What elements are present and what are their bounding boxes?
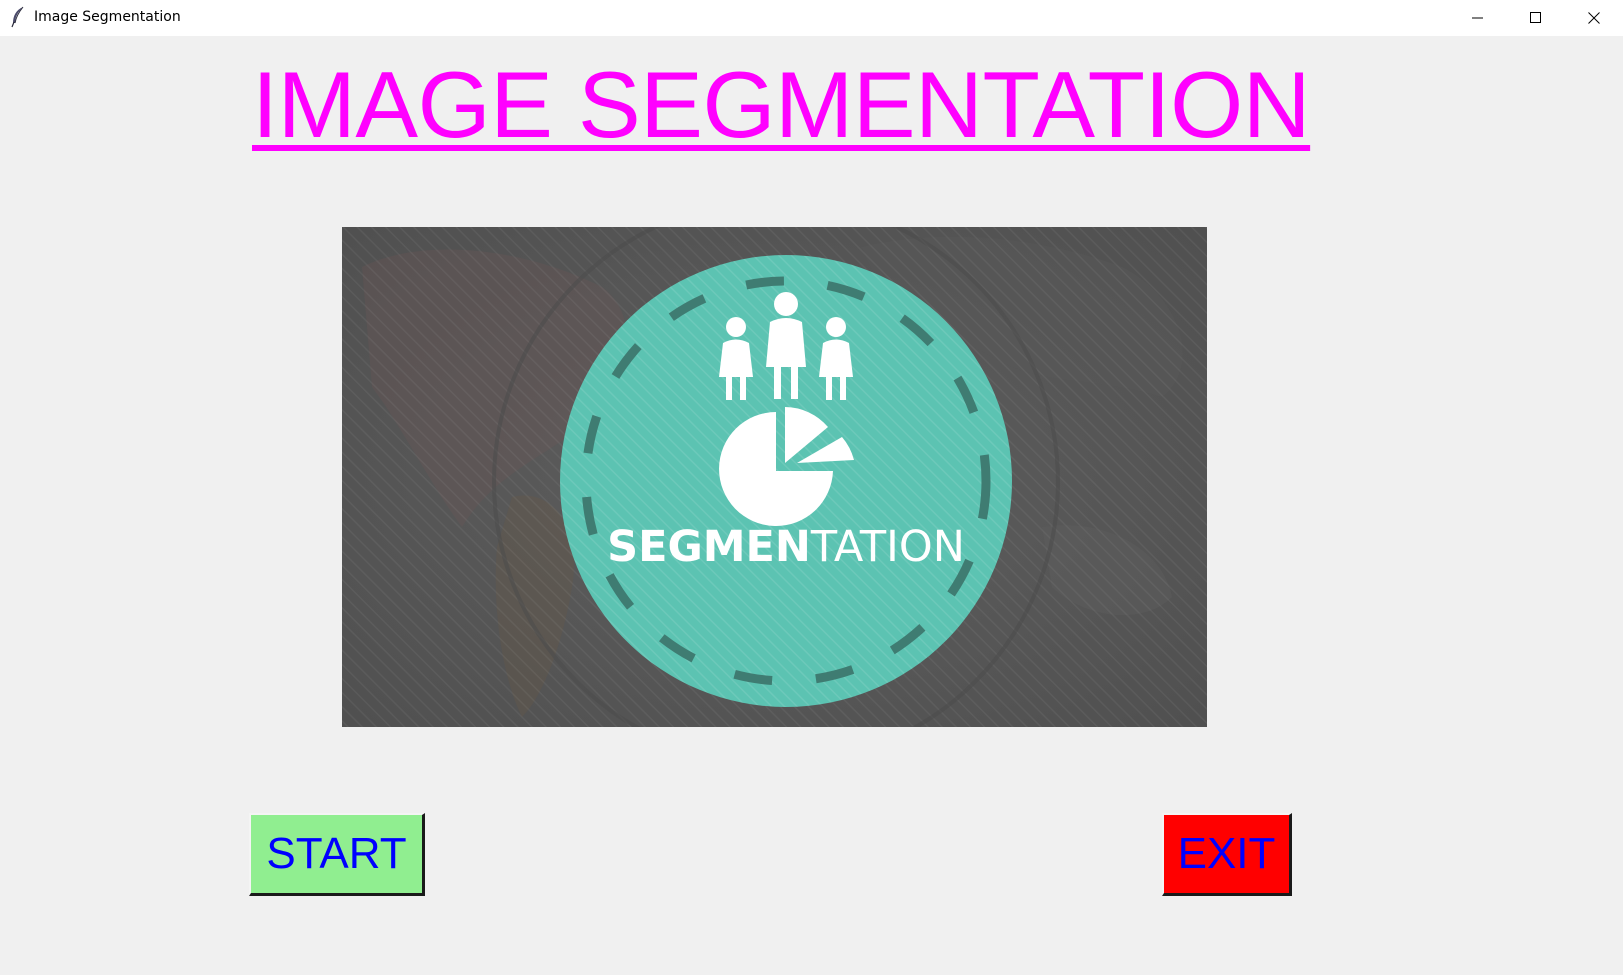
feather-icon (11, 6, 24, 28)
start-button[interactable]: START (249, 813, 425, 896)
app-window: Image Segmentation IMAGE SEGMENTATION SE… (0, 0, 1623, 975)
minimize-button[interactable] (1450, 0, 1506, 36)
exit-button[interactable]: EXIT (1162, 813, 1292, 896)
page-title: IMAGE SEGMENTATION (252, 52, 1311, 157)
maximize-icon (1530, 12, 1541, 23)
image-caption: SEGMENTATION (607, 522, 965, 572)
segmentation-image: SEGMENTATION (342, 227, 1207, 727)
window-title: Image Segmentation (34, 9, 181, 25)
minimize-icon (1472, 17, 1483, 19)
title-bar[interactable]: Image Segmentation (0, 0, 1623, 36)
close-icon (1588, 12, 1600, 24)
close-button[interactable] (1566, 0, 1622, 36)
maximize-button[interactable] (1508, 0, 1564, 36)
